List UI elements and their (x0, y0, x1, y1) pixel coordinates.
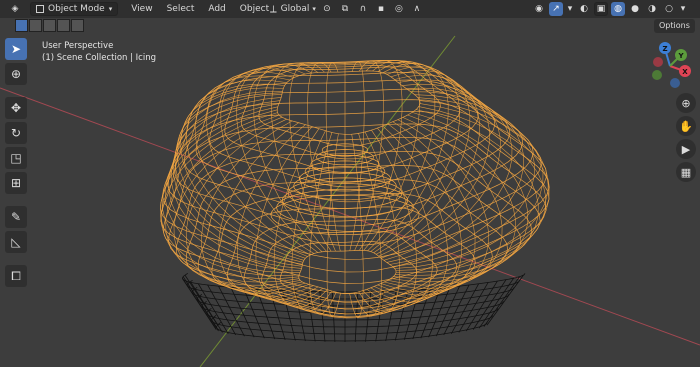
annotate-icon[interactable]: ✎ (5, 206, 27, 228)
icing-wire (354, 60, 384, 251)
select-new-icon[interactable] (15, 19, 28, 32)
options-button[interactable]: Options (654, 19, 695, 33)
left-toolbar: ➤ ⊕ ✥ ↻ ◳ ⊞ ✎ ◺ ⧠ (5, 38, 27, 287)
measure-icon[interactable]: ◺ (5, 231, 27, 253)
select-intersect-icon[interactable] (71, 19, 84, 32)
icing-wire (160, 110, 550, 284)
gizmo-neg-y[interactable] (652, 70, 662, 80)
viewport-header: ◈ Object Mode ▾ View Select Add Object ⟂… (0, 0, 700, 18)
camera-icon[interactable]: ▶ (676, 139, 696, 159)
solid-shading-icon[interactable]: ● (628, 2, 642, 16)
viewport-display-tools: ◉ ↗ ▾ ◐ ▣ ◍ ● ◑ ○ ▾ (532, 2, 687, 16)
xray-icon[interactable]: ▣ (594, 2, 608, 16)
move-icon[interactable]: ✥ (5, 97, 27, 119)
icing-wire (206, 71, 311, 256)
gizmo-toggle-icon[interactable]: ↗ (549, 2, 563, 16)
menu-add[interactable]: Add (201, 2, 232, 16)
gizmo-y-label: Y (677, 52, 684, 60)
zoom-icon[interactable]: ⊕ (676, 93, 696, 113)
menu-select[interactable]: Select (160, 2, 202, 16)
icing-wire (163, 123, 547, 294)
toolbar-divider (5, 197, 27, 203)
chevron-down-icon[interactable]: ▾ (566, 2, 574, 16)
snap-icon[interactable]: ⧉ (338, 2, 352, 16)
donut-icing-mesh[interactable] (160, 59, 550, 342)
select-box-icon[interactable]: ➤ (5, 38, 27, 60)
scale-icon[interactable]: ◳ (5, 147, 27, 169)
dough-wire (483, 276, 520, 327)
collection-label: (1) Scene Collection | Icing (42, 53, 156, 63)
editor-type-button[interactable]: ◈ (2, 2, 28, 16)
dough-wire (450, 283, 479, 334)
gizmo-z-label: Z (662, 45, 667, 53)
select-extend-icon[interactable] (29, 19, 42, 32)
chevron-down-icon[interactable]: ▾ (679, 2, 687, 16)
toolbar-divider (5, 88, 27, 94)
transform-orientation-select[interactable]: Global ▾ (281, 2, 316, 16)
orientation-icon: ⟂ (270, 3, 277, 15)
dough-wire (478, 277, 514, 329)
transform-tools: ⟂ Global ▾ ⊙ ⧉ ∩ ▪ ◎ ∧ (270, 2, 424, 16)
gizmo-neg-x[interactable] (653, 57, 663, 67)
select-subtract-icon[interactable] (43, 19, 56, 32)
gizmo-neg-z[interactable] (670, 78, 680, 88)
rendered-shading-icon[interactable]: ○ (662, 2, 676, 16)
tool-settings-bar: Options (0, 18, 700, 34)
grid-icon[interactable]: ▦ (676, 162, 696, 182)
icing-wire (168, 136, 541, 303)
mode-select[interactable]: Object Mode ▾ (30, 2, 119, 16)
mode-label: Object Mode (48, 4, 105, 14)
dough-wire (216, 321, 488, 342)
dough-wire (201, 300, 504, 321)
orientation-label: Global (280, 4, 310, 14)
rotate-icon[interactable]: ↻ (5, 122, 27, 144)
material-shading-icon[interactable]: ◑ (645, 2, 659, 16)
visibility-icon[interactable]: ◉ (532, 2, 546, 16)
select-invert-icon[interactable] (57, 19, 70, 32)
object-mode-icon (36, 5, 44, 13)
viewport-navigation: ⊕ ✋ ▶ ▦ (676, 93, 696, 182)
snap-target-icon[interactable]: ▪ (374, 2, 388, 16)
toolbar-divider (5, 256, 27, 262)
perspective-label: User Perspective (42, 41, 114, 51)
add-cube-icon[interactable]: ⧠ (5, 265, 27, 287)
icing-wire (309, 132, 337, 315)
cursor-icon[interactable]: ⊕ (5, 63, 27, 85)
chevron-down-icon: ▾ (108, 5, 113, 13)
overlay-icon[interactable]: ◐ (577, 2, 591, 16)
transform-icon[interactable]: ⊞ (5, 172, 27, 194)
wireframe-shading-icon[interactable]: ◍ (611, 2, 625, 16)
navigation-gizmo[interactable]: Y Z X (640, 36, 700, 92)
hand-pan-icon[interactable]: ✋ (676, 116, 696, 136)
falloff-icon[interactable]: ∧ (410, 2, 424, 16)
selection-mode-group (15, 19, 85, 32)
icing-wire (307, 62, 336, 252)
proportional-edit-icon[interactable]: ◎ (392, 2, 406, 16)
magnet-icon[interactable]: ∩ (356, 2, 370, 16)
icing-wire (236, 65, 319, 253)
globe-icon: ◈ (11, 4, 19, 14)
icing-wire (197, 179, 508, 318)
chevron-down-icon: ▾ (312, 5, 316, 13)
pivot-icon[interactable]: ⊙ (320, 2, 334, 16)
menu-view[interactable]: View (124, 2, 159, 16)
viewport-info: User Perspective (1) Scene Collection | … (42, 40, 156, 64)
gizmo-x-label: X (682, 68, 688, 76)
dough-wire (184, 274, 219, 326)
